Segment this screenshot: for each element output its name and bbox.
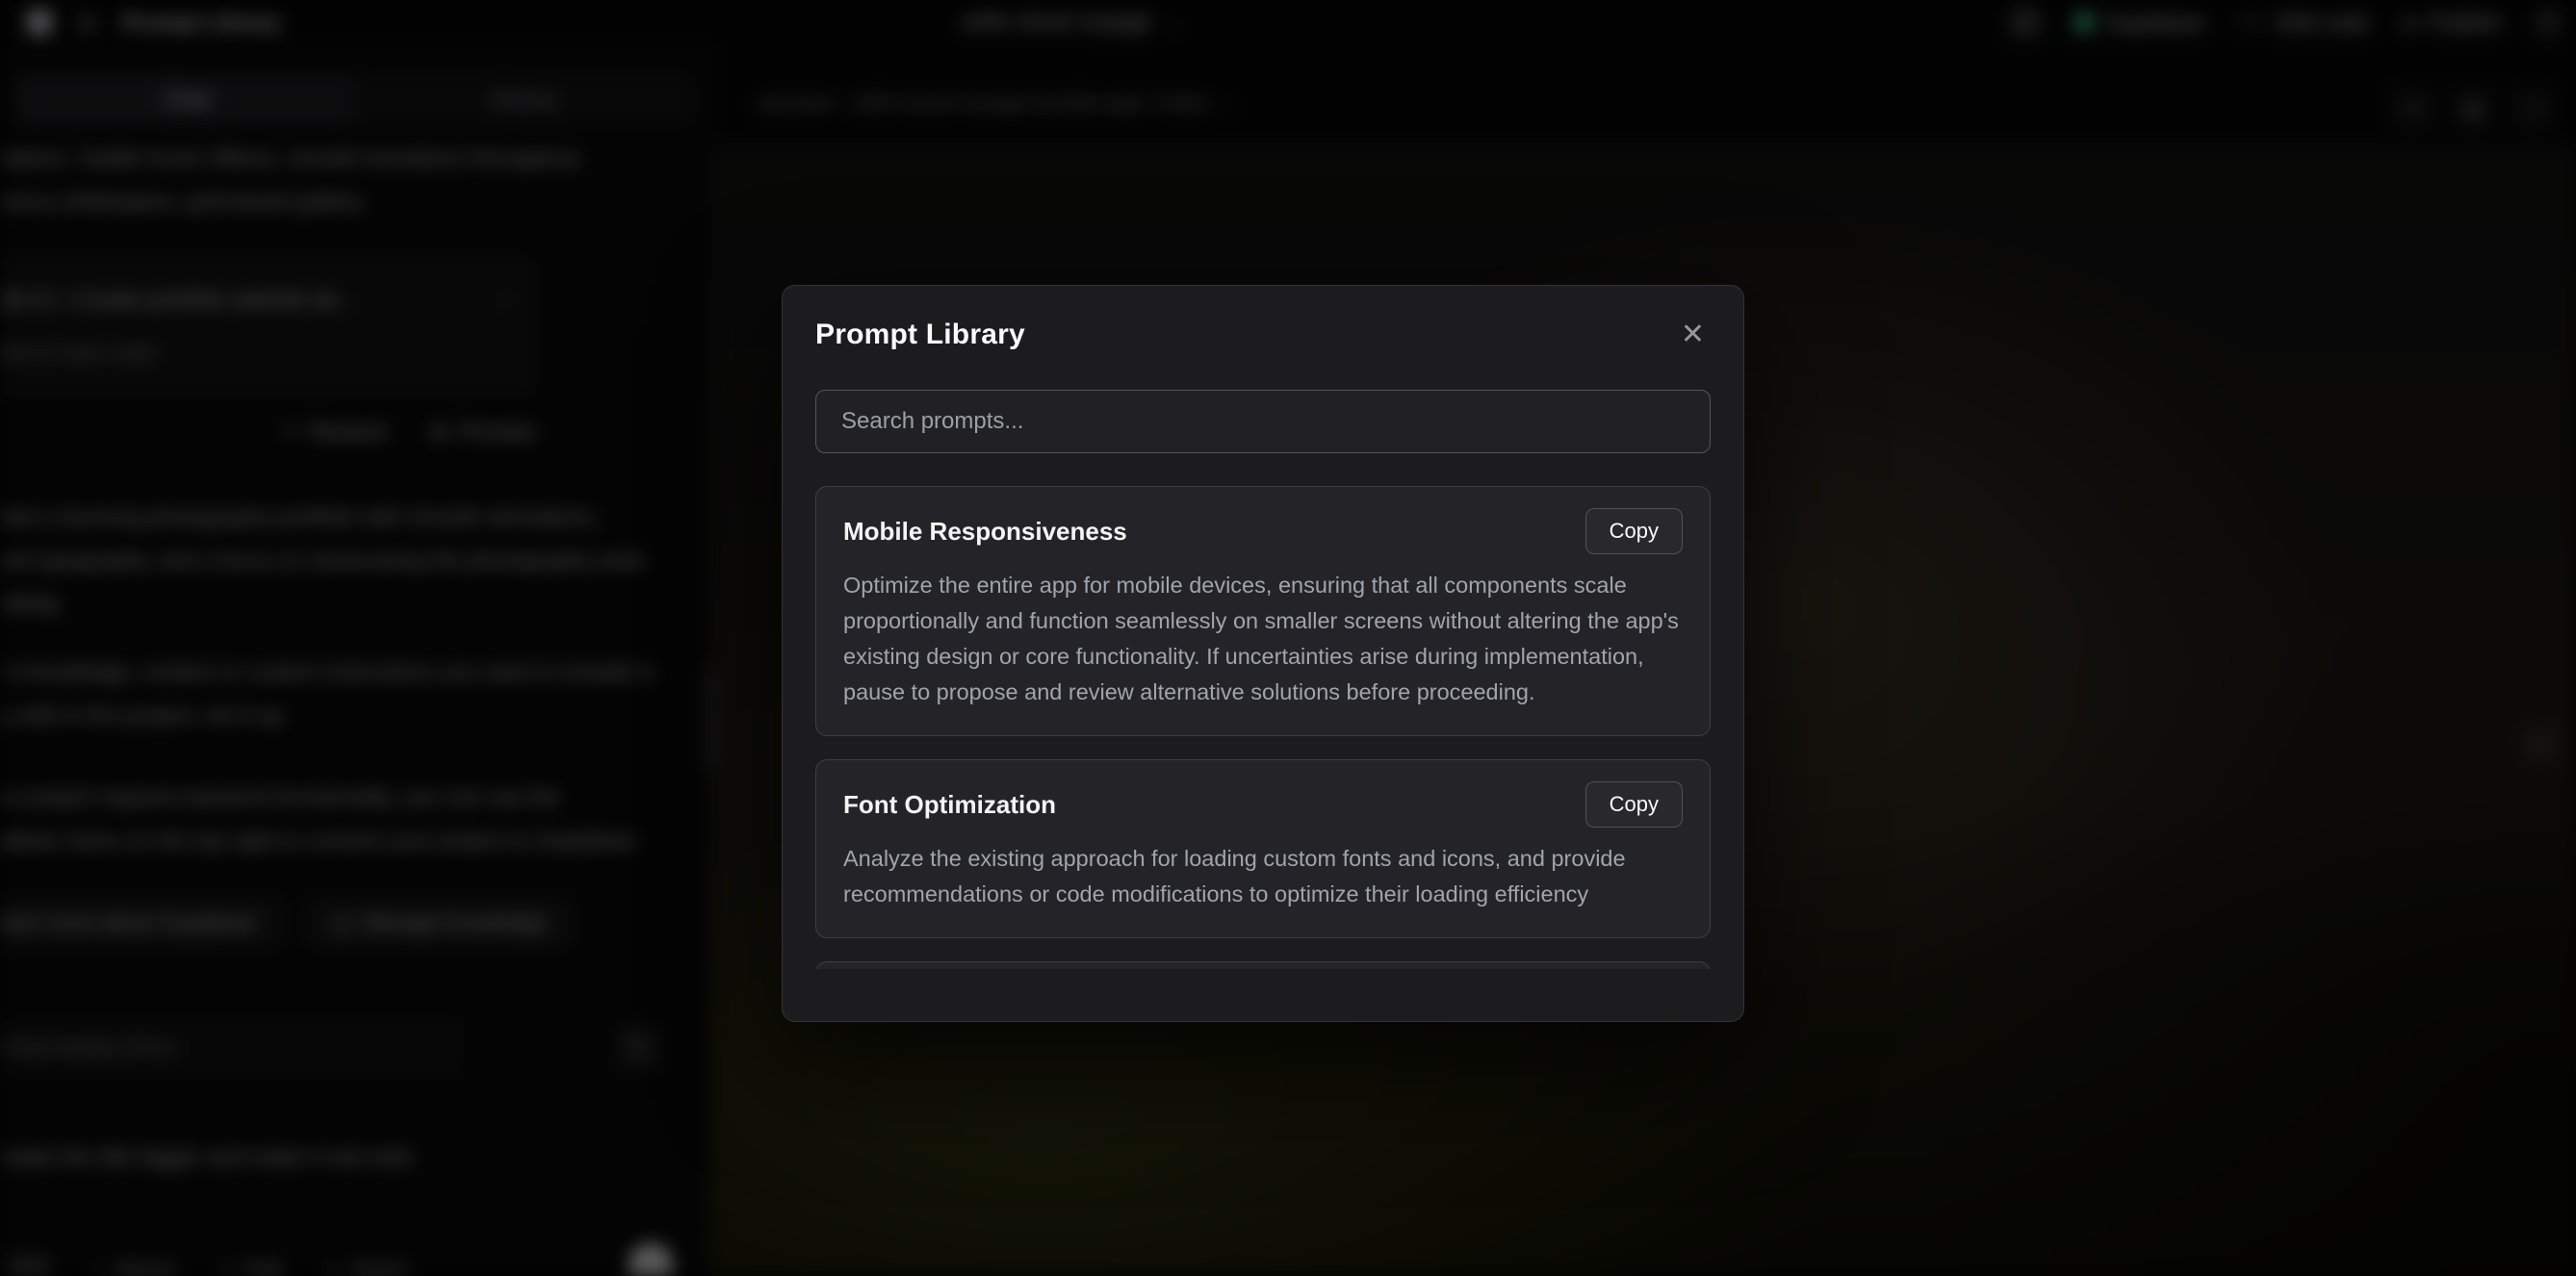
modal-title: Prompt Library — [815, 319, 1025, 351]
prompt-description: Optimize the entire app for mobile devic… — [843, 568, 1683, 710]
prompt-card-header: Font Optimization Copy — [843, 781, 1683, 828]
prompt-library-modal: Prompt Library ✕ Mobile Responsiveness C… — [782, 285, 1744, 1022]
close-icon[interactable]: ✕ — [1675, 319, 1711, 351]
prompt-card: Font Optimization Copy Analyze the exist… — [815, 759, 1711, 938]
copy-button[interactable]: Copy — [1585, 508, 1683, 554]
prompt-description: Analyze the existing approach for loadin… — [843, 841, 1683, 912]
prompt-card: Mobile Responsiveness Copy Optimize the … — [815, 486, 1711, 736]
copy-button[interactable]: Copy — [1585, 781, 1683, 828]
search-input[interactable] — [815, 390, 1711, 453]
prompt-title: Mobile Responsiveness — [843, 517, 1127, 547]
modal-header: Prompt Library ✕ — [815, 319, 1711, 361]
prompt-card-partial — [815, 961, 1711, 969]
prompt-list: Mobile Responsiveness Copy Optimize the … — [815, 486, 1711, 969]
prompt-title: Font Optimization — [843, 790, 1056, 820]
prompt-card-header: Mobile Responsiveness Copy — [843, 508, 1683, 554]
app-window: ▤ Prompt Library artfo cloud voyage ⌄ Su… — [0, 0, 2576, 1276]
